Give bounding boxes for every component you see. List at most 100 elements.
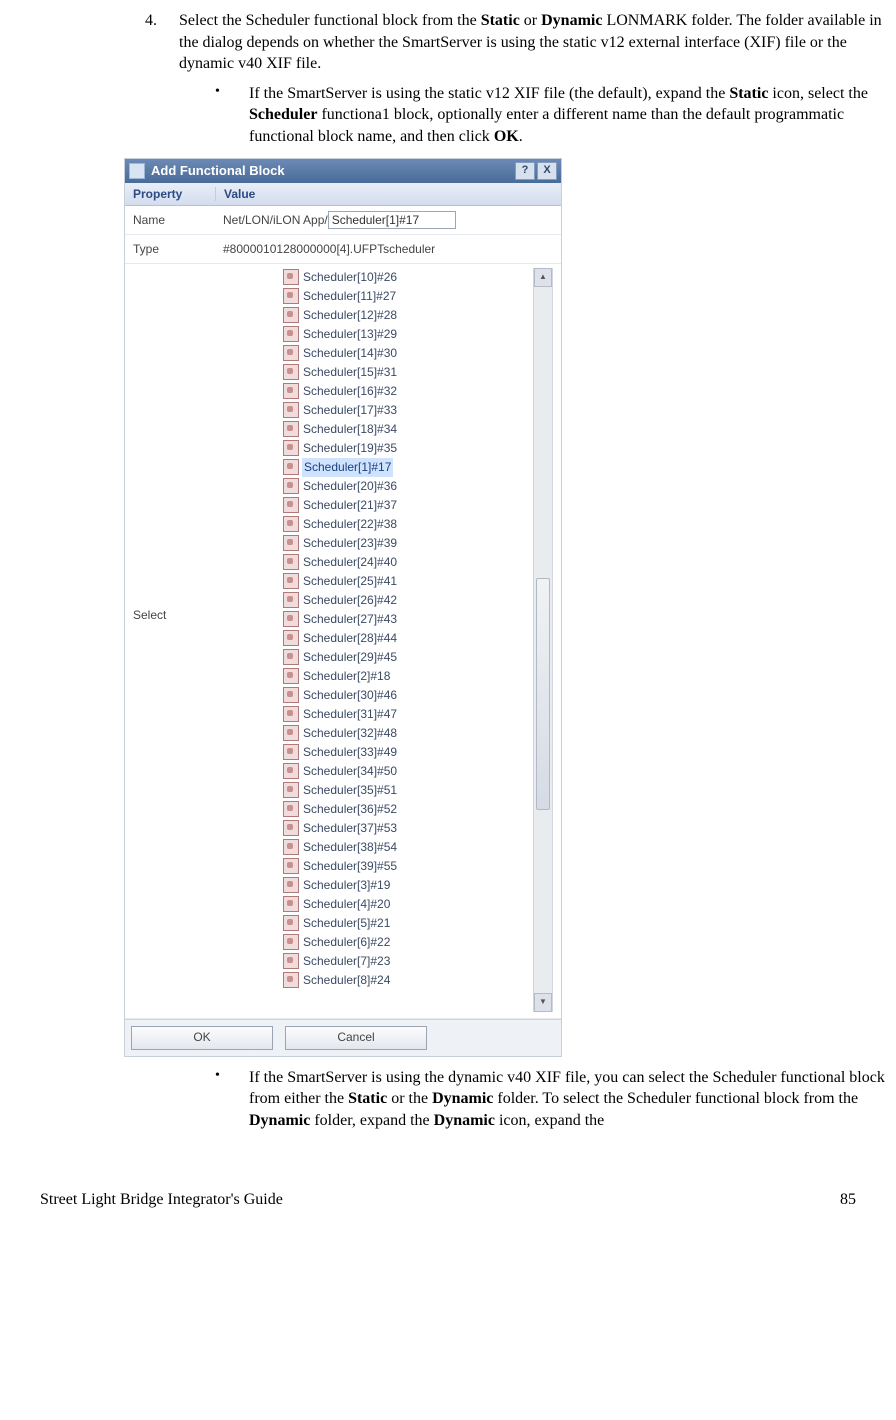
ok-button[interactable]: OK [131,1026,273,1050]
tree-item-label: Scheduler[34]#50 [302,762,398,781]
tree-item[interactable]: Scheduler[17]#33 [283,401,552,420]
scheduler-icon [283,516,299,532]
tree-item-label: Scheduler[36]#52 [302,800,398,819]
tree-item[interactable]: Scheduler[31]#47 [283,705,552,724]
tree-item-label: Scheduler[19]#35 [302,439,398,458]
tree-item[interactable]: Scheduler[24]#40 [283,553,552,572]
bullet-dynamic: • If the SmartServer is using the dynami… [215,1067,888,1132]
tree-item-label: Scheduler[38]#54 [302,838,398,857]
scheduler-icon [283,915,299,931]
tree-item[interactable]: Scheduler[30]#46 [283,686,552,705]
tree-item[interactable]: Scheduler[12]#28 [283,306,552,325]
tree-item[interactable]: Scheduler[35]#51 [283,781,552,800]
scheduler-icon [283,649,299,665]
scheduler-icon [283,554,299,570]
tree-item[interactable]: Scheduler[22]#38 [283,515,552,534]
scheduler-icon [283,953,299,969]
tree-view[interactable]: Scheduler[10]#26Scheduler[11]#27Schedule… [215,268,553,1012]
tree-item-label: Scheduler[7]#23 [302,952,391,971]
tree-item-label: Scheduler[4]#20 [302,895,391,914]
tree-item[interactable]: Scheduler[36]#52 [283,800,552,819]
scrollbar[interactable] [533,268,552,1012]
tree-item[interactable]: Scheduler[39]#55 [283,857,552,876]
tree-item[interactable]: Scheduler[19]#35 [283,439,552,458]
name-label: Name [125,213,215,227]
tree-item[interactable]: Scheduler[5]#21 [283,914,552,933]
step-text: Select the Scheduler functional block fr… [179,10,888,75]
tree-item[interactable]: Scheduler[1]#17 [283,458,552,477]
tree-item[interactable]: Scheduler[28]#44 [283,629,552,648]
tree-item[interactable]: Scheduler[3]#19 [283,876,552,895]
tree-item[interactable]: Scheduler[13]#29 [283,325,552,344]
tree-item[interactable]: Scheduler[14]#30 [283,344,552,363]
tree-item-label: Scheduler[26]#42 [302,591,398,610]
scheduler-icon [283,782,299,798]
tree-item[interactable]: Scheduler[2]#18 [283,667,552,686]
tree-item-label: Scheduler[28]#44 [302,629,398,648]
scheduler-icon [283,497,299,513]
tree-item-label: Scheduler[22]#38 [302,515,398,534]
scheduler-icon [283,763,299,779]
tree-item[interactable]: Scheduler[8]#24 [283,971,552,990]
scheduler-icon [283,801,299,817]
tree-item-label: Scheduler[37]#53 [302,819,398,838]
scheduler-icon [283,307,299,323]
window-icon [129,163,145,179]
step-4: 4. Select the Scheduler functional block… [145,10,888,75]
tree-item[interactable]: Scheduler[7]#23 [283,952,552,971]
scheduler-icon [283,896,299,912]
tree-item-label: Scheduler[3]#19 [302,876,391,895]
scroll-down-button[interactable] [534,993,552,1012]
tree-item[interactable]: Scheduler[29]#45 [283,648,552,667]
name-input[interactable]: Scheduler[1]#17 [328,211,456,229]
tree-item[interactable]: Scheduler[34]#50 [283,762,552,781]
footer-title: Street Light Bridge Integrator's Guide [40,1191,283,1209]
tree-item-label: Scheduler[6]#22 [302,933,391,952]
tree-item[interactable]: Scheduler[11]#27 [283,287,552,306]
tree-item[interactable]: Scheduler[18]#34 [283,420,552,439]
type-value: #8000010128000000[4].UFPTscheduler [215,242,561,256]
step-number: 4. [145,10,179,75]
tree-item[interactable]: Scheduler[21]#37 [283,496,552,515]
tree-item[interactable]: Scheduler[15]#31 [283,363,552,382]
header-value: Value [216,187,561,201]
tree-item[interactable]: Scheduler[33]#49 [283,743,552,762]
tree-item-label: Scheduler[12]#28 [302,306,398,325]
tree-item[interactable]: Scheduler[37]#53 [283,819,552,838]
tree-item[interactable]: Scheduler[20]#36 [283,477,552,496]
bullet-icon: • [215,1067,249,1132]
close-button[interactable]: X [537,162,557,180]
tree-item[interactable]: Scheduler[23]#39 [283,534,552,553]
scroll-thumb[interactable] [536,578,550,810]
tree-item[interactable]: Scheduler[27]#43 [283,610,552,629]
tree-item-label: Scheduler[35]#51 [302,781,398,800]
tree-item[interactable]: Scheduler[10]#26 [283,268,552,287]
cancel-button[interactable]: Cancel [285,1026,427,1050]
tree-item[interactable]: Scheduler[4]#20 [283,895,552,914]
tree-item-label: Scheduler[27]#43 [302,610,398,629]
scroll-up-button[interactable] [534,268,552,287]
tree-item[interactable]: Scheduler[25]#41 [283,572,552,591]
help-button[interactable]: ? [515,162,535,180]
footer-page-number: 85 [840,1191,856,1209]
tree-item[interactable]: Scheduler[26]#42 [283,591,552,610]
select-label: Select [125,268,215,622]
scheduler-icon [283,744,299,760]
tree-item-label: Scheduler[15]#31 [302,363,398,382]
tree-item-label: Scheduler[18]#34 [302,420,398,439]
scheduler-icon [283,877,299,893]
tree-item[interactable]: Scheduler[6]#22 [283,933,552,952]
scheduler-icon [283,288,299,304]
tree-item-label: Scheduler[39]#55 [302,857,398,876]
scheduler-icon [283,858,299,874]
scheduler-icon [283,611,299,627]
dialog-titlebar[interactable]: Add Functional Block ? X [125,159,561,183]
tree-item-label: Scheduler[25]#41 [302,572,398,591]
row-select: Select Scheduler[10]#26Scheduler[11]#27S… [125,264,561,1019]
tree-item[interactable]: Scheduler[16]#32 [283,382,552,401]
tree-item[interactable]: Scheduler[38]#54 [283,838,552,857]
tree-item[interactable]: Scheduler[32]#48 [283,724,552,743]
dialog-buttons: OK Cancel [125,1019,561,1056]
name-value: Net/LON/iLON App/Scheduler[1]#17 [215,211,561,229]
tree-item-label: Scheduler[2]#18 [302,667,391,686]
